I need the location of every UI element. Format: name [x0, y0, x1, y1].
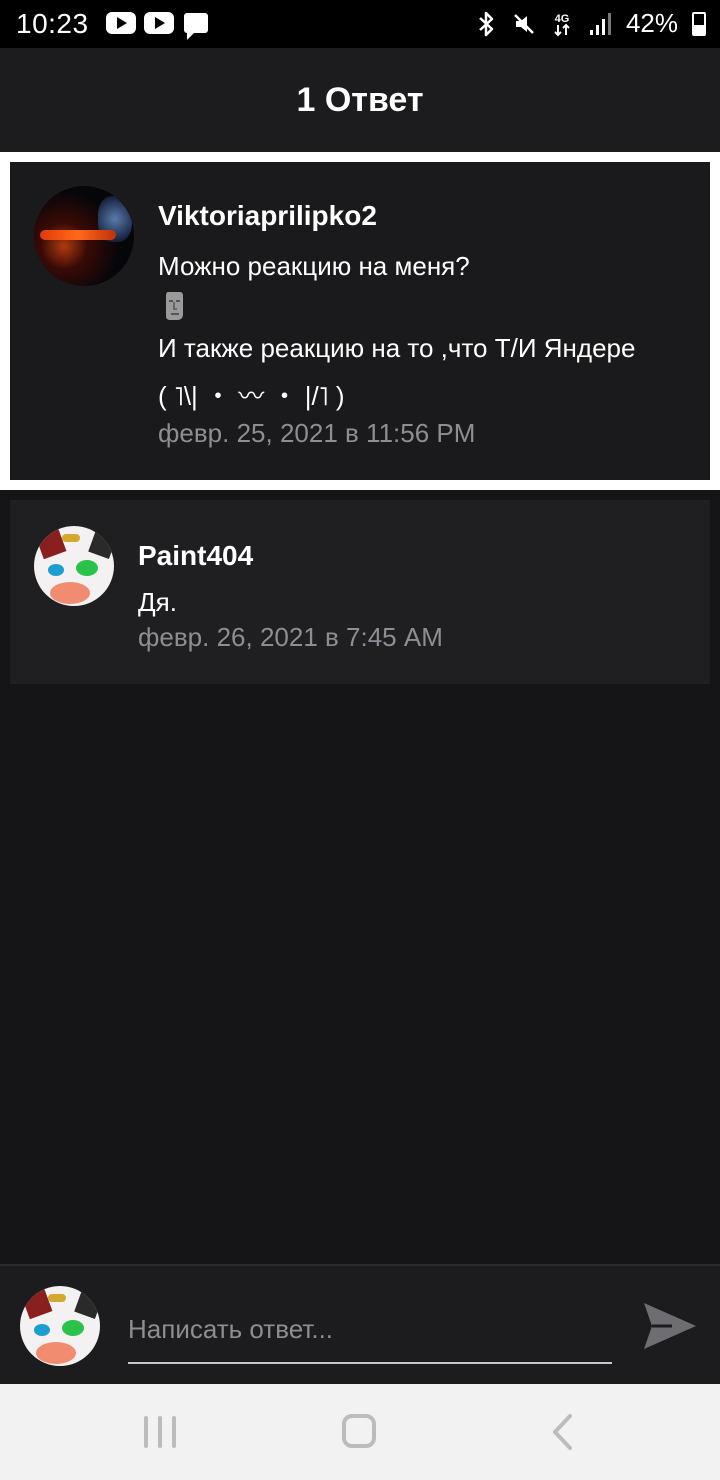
recents-button[interactable] [144, 1416, 176, 1448]
battery-icon [692, 11, 706, 36]
message-icon [184, 13, 208, 40]
timestamp: февр. 25, 2021 в 11:56 PM [158, 418, 476, 448]
nav-bar [0, 1384, 720, 1480]
status-right-icons: 4G 42% [474, 8, 706, 39]
reply-content: Paint404 Дя. февр. 26, 2021 в 7:45 AM [138, 540, 690, 653]
timestamp: февр. 26, 2021 в 7:45 AM [138, 622, 443, 652]
network-4g-icon: 4G [554, 13, 570, 36]
network-label: 4G [555, 13, 570, 25]
avatar[interactable] [34, 526, 114, 606]
reply-item: Paint404 Дя. февр. 26, 2021 в 7:45 AM [10, 500, 710, 684]
parent-comment-card: Viktoriaprilipko2 Можно реакцию на меня?… [10, 162, 710, 480]
signal-icon [589, 12, 611, 35]
reply-input[interactable] [128, 1296, 612, 1364]
reply-text: Дя. [138, 587, 177, 617]
username[interactable]: Viktoriaprilipko2 [158, 200, 690, 232]
comment-text: Можно реакцию на меня? [158, 251, 470, 281]
mute-icon [514, 13, 534, 34]
compose-bar [0, 1264, 720, 1384]
moai-icon [166, 292, 183, 320]
avatar[interactable] [34, 186, 134, 286]
send-icon [644, 1303, 696, 1349]
username[interactable]: Paint404 [138, 540, 690, 572]
status-bar: 10:23 4G 42% [0, 0, 720, 48]
back-button[interactable] [552, 1414, 572, 1450]
youtube-icon [106, 12, 136, 34]
status-time: 10:23 [16, 8, 89, 39]
youtube-icon [144, 12, 174, 34]
notification-icons [106, 12, 208, 40]
comment-text: ( ˥\| ・ 〰 ・ |/˥ ) [158, 381, 345, 411]
bluetooth-icon [479, 11, 494, 36]
home-button[interactable] [342, 1414, 376, 1448]
parent-comment-content: Viktoriaprilipko2 Можно реакцию на меня?… [158, 200, 690, 449]
page-title: 1 Ответ [296, 80, 424, 119]
comment-text: И также реакцию на то ,что Т/И Яндере [158, 333, 636, 363]
avatar [20, 1286, 100, 1366]
battery-percent: 42% [625, 8, 678, 38]
parent-comment: Viktoriaprilipko2 Можно реакцию на меня?… [0, 152, 720, 490]
send-button[interactable] [640, 1296, 700, 1356]
header: 1 Ответ [0, 48, 720, 152]
